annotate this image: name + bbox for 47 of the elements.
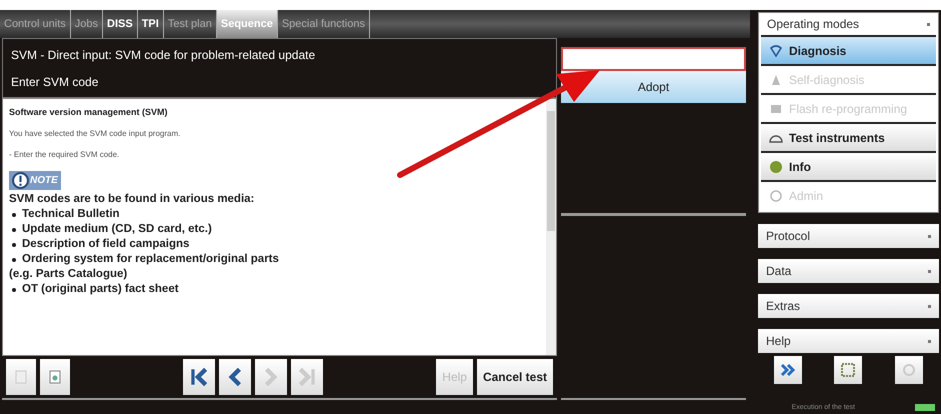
document-icon xyxy=(13,369,29,385)
collapse-icon xyxy=(927,22,930,26)
content-heading: Software version management (SVM) xyxy=(9,107,168,117)
section-header[interactable]: Data xyxy=(758,259,939,283)
mode-button[interactable]: Test instruments xyxy=(761,122,936,151)
bullet-icon xyxy=(12,258,16,262)
scrollbar[interactable] xyxy=(546,99,556,355)
forward-button[interactable] xyxy=(774,356,802,384)
exclamation-icon xyxy=(12,172,29,189)
mode-button[interactable]: Diagnosis xyxy=(761,35,936,64)
document-icon xyxy=(47,369,63,385)
step-instruction: Enter SVM code xyxy=(11,74,100,88)
list-item: Ordering system for replacement/original parts xyxy=(22,252,279,267)
circle-icon xyxy=(900,362,917,378)
note-text: SVM codes are to be found in various media: xyxy=(9,192,254,207)
panel-title: Operating modes xyxy=(767,17,860,31)
expand-icon xyxy=(928,304,931,308)
list-item: OT (original parts) fact sheet xyxy=(22,282,179,297)
list-item: Technical Bulletin xyxy=(22,207,120,222)
expand-icon xyxy=(928,340,931,342)
section-header[interactable]: Protocol xyxy=(758,224,939,248)
section-header[interactable]: Help xyxy=(758,329,939,353)
svm-code-field[interactable] xyxy=(561,47,746,71)
bullet-icon xyxy=(12,242,16,246)
bullet-icon xyxy=(12,288,16,292)
bullet-icon xyxy=(12,212,16,216)
mode-button[interactable]: Info xyxy=(761,151,936,180)
diagnosis-icon xyxy=(769,44,783,58)
note-badge: NOTE xyxy=(9,171,61,190)
grid-icon xyxy=(840,362,856,378)
note-text: (e.g. Parts Catalogue) xyxy=(9,267,128,282)
prev-button[interactable] xyxy=(219,359,252,395)
list-item: Description of field campaigns xyxy=(22,237,190,252)
status-indicator xyxy=(915,404,935,410)
bullet-icon xyxy=(12,228,16,232)
document-button[interactable] xyxy=(40,359,70,395)
grid-button[interactable] xyxy=(834,356,862,384)
cancel-test-button[interactable]: Cancel test xyxy=(476,359,553,395)
step-title: SVM - Direct input: SVM code for problem-related update xyxy=(11,48,316,62)
first-button[interactable] xyxy=(183,359,216,395)
list-item: Update medium (CD, SD card, etc.) xyxy=(22,222,212,237)
double-chevron-icon xyxy=(780,362,796,378)
content-text: You have selected the SVM code input program. xyxy=(9,129,180,138)
section-header[interactable]: Extras xyxy=(758,294,939,318)
expand-icon xyxy=(928,270,931,272)
expand-icon xyxy=(928,234,931,238)
content-text: - Enter the required SVM code. xyxy=(9,150,120,159)
